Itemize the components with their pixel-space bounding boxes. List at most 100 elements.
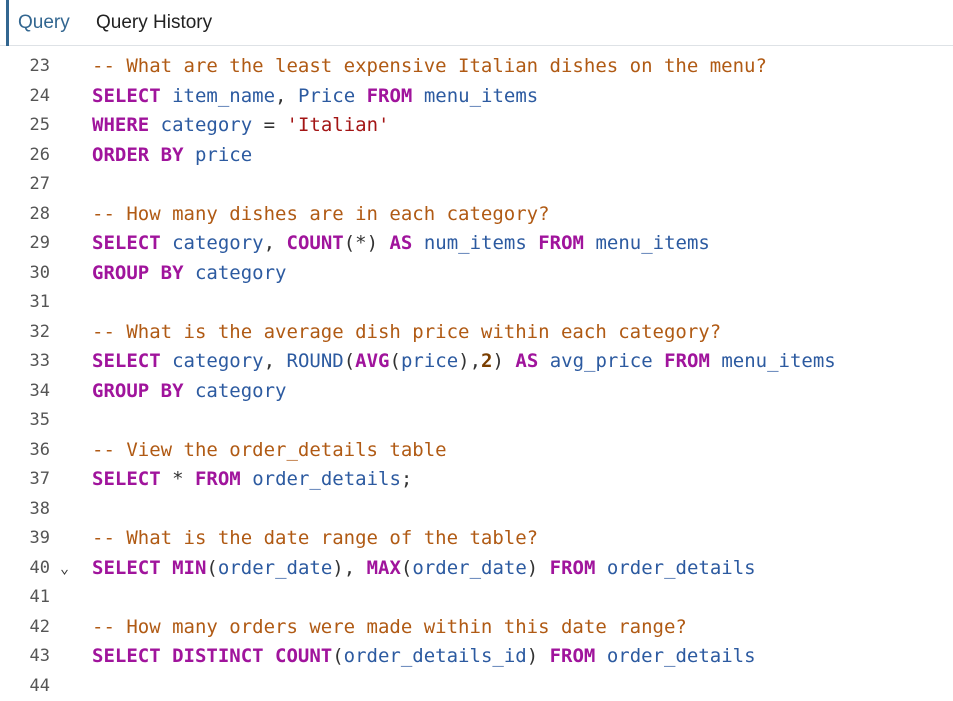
code-line[interactable]: 30 GROUP BY category (0, 259, 953, 289)
token-punct (710, 350, 721, 372)
code-line[interactable]: 26ORDER BY price (0, 141, 953, 171)
token-punct: , (275, 85, 298, 107)
line-number: 37 (0, 465, 50, 495)
code-text: GROUP BY category (92, 259, 286, 289)
code-line[interactable]: 44 (0, 672, 953, 701)
token-punct: ), (458, 350, 481, 372)
code-line[interactable]: 40⌄SELECT MIN(order_date), MAX(order_dat… (0, 554, 953, 584)
token-keyword: COUNT (287, 232, 344, 254)
line-number: 30 (0, 259, 50, 289)
token-keyword: SELECT (92, 350, 161, 372)
code-text: -- How many orders were made within this… (92, 613, 687, 643)
token-punct: ( (401, 557, 412, 579)
token-punct (161, 557, 172, 579)
code-line[interactable]: 39 -- What is the date range of the table… (0, 524, 953, 554)
token-comment: -- How many dishes are in each category? (92, 203, 550, 225)
token-punct (412, 85, 423, 107)
code-text: SELECT category, ROUND(AVG(price),2) AS … (92, 347, 836, 377)
token-punct: ; (401, 468, 412, 490)
code-text: WHERE category = 'Italian' (92, 111, 389, 141)
code-text: -- What are the least expensive Italian … (92, 52, 767, 82)
code-line[interactable]: 28 -- How many dishes are in each categor… (0, 200, 953, 230)
token-ident: menu_items (424, 85, 538, 107)
token-keyword: GROUP BY (92, 380, 184, 402)
line-number: 25 (0, 111, 50, 141)
token-keyword: AS (389, 232, 412, 254)
token-ident: order_date (218, 557, 332, 579)
token-punct (584, 232, 595, 254)
code-line[interactable]: 29SELECT category, COUNT(*) AS num_items… (0, 229, 953, 259)
line-number: 28 (0, 200, 50, 230)
code-text: ORDER BY price (92, 141, 252, 171)
line-number: 32 (0, 318, 50, 348)
code-line[interactable]: 27 (0, 170, 953, 200)
token-punct: ( (332, 645, 343, 667)
token-keyword: FROM (367, 85, 413, 107)
token-comment: -- What is the average dish price within… (92, 321, 721, 343)
code-line[interactable]: 36-- View the order_details table (0, 436, 953, 466)
token-punct: ( (389, 350, 400, 372)
code-line[interactable]: 38 (0, 495, 953, 525)
code-line[interactable]: 43SELECT DISTINCT COUNT(order_details_id… (0, 642, 953, 672)
code-line[interactable]: 31 (0, 288, 953, 318)
token-punct (595, 645, 606, 667)
code-line[interactable]: 23 -- What are the least expensive Italia… (0, 52, 953, 82)
code-line[interactable]: 42 -- How many orders were made within th… (0, 613, 953, 643)
sql-editor[interactable]: 23 -- What are the least expensive Italia… (0, 46, 953, 689)
token-ident: menu_items (721, 350, 835, 372)
code-line[interactable]: 34GROUP BY category (0, 377, 953, 407)
line-number: 42 (0, 613, 50, 643)
token-keyword: FROM (550, 645, 596, 667)
code-text: -- How many dishes are in each category? (92, 200, 550, 230)
code-line[interactable]: 24SELECT item_name, Price FROM menu_item… (0, 82, 953, 112)
token-comment: -- What are the least expensive Italian … (92, 55, 767, 77)
token-ident: category (195, 380, 287, 402)
token-punct (149, 114, 160, 136)
tab-query-history[interactable]: Query History (86, 0, 222, 46)
token-keyword: FROM (550, 557, 596, 579)
code-text: -- What is the date range of the table? (92, 524, 538, 554)
token-punct: ) (527, 557, 550, 579)
line-number: 23 (0, 52, 50, 82)
token-punct (184, 144, 195, 166)
line-number: 24 (0, 82, 50, 112)
token-comment: -- View the order_details table (92, 439, 447, 461)
token-punct (184, 380, 195, 402)
line-number: 41 (0, 583, 50, 613)
token-keyword: SELECT (92, 468, 161, 490)
line-number: 27 (0, 170, 50, 200)
token-keyword: MIN (172, 557, 206, 579)
token-ident: category (172, 350, 264, 372)
line-number: 39 (0, 524, 50, 554)
token-ident: category (195, 262, 287, 284)
token-ident: price (195, 144, 252, 166)
code-line[interactable]: 37 SELECT * FROM order_details; (0, 465, 953, 495)
code-line[interactable]: 35 (0, 406, 953, 436)
code-text: -- View the order_details table (92, 436, 447, 466)
token-keyword: GROUP BY (92, 262, 184, 284)
code-line[interactable]: 41 (0, 583, 953, 613)
code-text: -- What is the average dish price within… (92, 318, 721, 348)
token-keyword: SELECT (92, 232, 161, 254)
token-keyword: AS (515, 350, 538, 372)
token-keyword: FROM (664, 350, 710, 372)
token-keyword: WHERE (92, 114, 149, 136)
code-text: SELECT * FROM order_details; (92, 465, 412, 495)
code-line[interactable]: 33SELECT category, ROUND(AVG(price),2) A… (0, 347, 953, 377)
token-punct: ) (527, 645, 550, 667)
token-punct: , (264, 232, 287, 254)
code-line[interactable]: 25 WHERE category = 'Italian' (0, 111, 953, 141)
token-keyword: ORDER BY (92, 144, 184, 166)
fold-chevron-icon[interactable]: ⌄ (60, 554, 74, 584)
code-line[interactable]: 32 -- What is the average dish price with… (0, 318, 953, 348)
code-text: SELECT category, COUNT(*) AS num_items F… (92, 229, 710, 259)
token-ident: order_details (607, 645, 756, 667)
token-punct (595, 557, 606, 579)
token-punct: ) (492, 350, 515, 372)
token-ident: item_name (172, 85, 275, 107)
code-text: SELECT MIN(order_date), MAX(order_date) … (92, 554, 756, 584)
token-punct (241, 468, 252, 490)
token-string: 'Italian' (287, 114, 390, 136)
token-ident: price (401, 350, 458, 372)
tab-query[interactable]: Query (6, 0, 80, 46)
